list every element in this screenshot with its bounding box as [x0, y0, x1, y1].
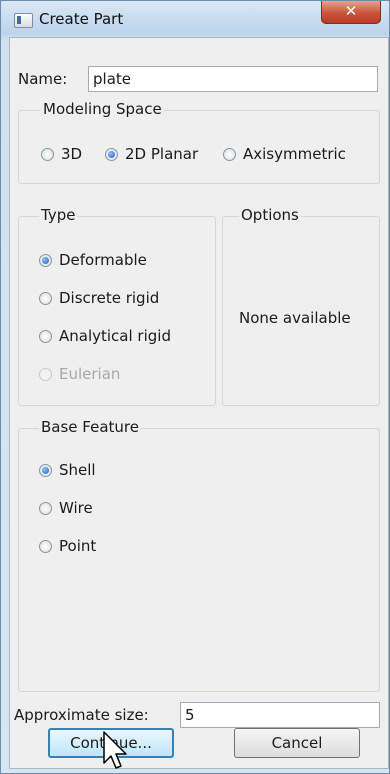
- radio-deformable-label: Deformable: [59, 251, 147, 269]
- radio-3d-button[interactable]: [41, 147, 54, 161]
- window-title: Create Part: [39, 10, 124, 28]
- radio-3d-label: 3D: [61, 145, 83, 163]
- radio-axisymmetric-label: Axisymmetric: [243, 145, 346, 163]
- radio-wire[interactable]: Wire: [39, 499, 93, 517]
- close-button[interactable]: ✕: [321, 1, 381, 24]
- radio-eulerian-label: Eulerian: [59, 365, 121, 383]
- radio-discrete-rigid-button[interactable]: [39, 291, 52, 305]
- mouse-pointer-icon: [103, 731, 127, 769]
- window-icon: [14, 13, 33, 28]
- options-title: Options: [239, 206, 301, 224]
- radio-analytical-rigid-label: Analytical rigid: [59, 327, 171, 345]
- radio-3d[interactable]: 3D: [41, 145, 82, 163]
- options-group: Options None available: [222, 206, 380, 406]
- radio-discrete-rigid-label: Discrete rigid: [59, 289, 160, 307]
- radio-eulerian: Eulerian: [39, 365, 120, 383]
- radio-axisymmetric[interactable]: Axisymmetric: [223, 145, 346, 163]
- modeling-space-title: Modeling Space: [41, 100, 164, 118]
- base-feature-title: Base Feature: [39, 418, 141, 436]
- approximate-size-label: Approximate size:: [14, 706, 149, 724]
- name-input[interactable]: plate: [88, 66, 378, 92]
- radio-eulerian-button: [39, 367, 52, 381]
- radio-point-button[interactable]: [39, 539, 52, 553]
- radio-2d-planar[interactable]: 2D Planar: [105, 145, 198, 163]
- radio-point[interactable]: Point: [39, 537, 96, 555]
- modeling-space-group: Modeling Space 3D 2D Planar Axisymmetric: [18, 100, 380, 184]
- cancel-button[interactable]: Cancel: [234, 728, 360, 758]
- type-title: Type: [39, 206, 78, 224]
- radio-discrete-rigid[interactable]: Discrete rigid: [39, 289, 159, 307]
- approximate-size-input[interactable]: 5: [180, 702, 380, 728]
- radio-axisymmetric-button[interactable]: [223, 147, 236, 161]
- create-part-dialog: Create Part ✕ Name: plate Modeling Space…: [0, 0, 390, 774]
- radio-deformable[interactable]: Deformable: [39, 251, 147, 269]
- radio-shell[interactable]: Shell: [39, 461, 96, 479]
- radio-wire-button[interactable]: [39, 501, 52, 515]
- radio-analytical-rigid-button[interactable]: [39, 329, 52, 343]
- name-label: Name:: [18, 70, 68, 88]
- radio-2d-planar-button[interactable]: [105, 147, 118, 161]
- radio-shell-button[interactable]: [39, 463, 52, 477]
- options-message: None available: [239, 309, 351, 327]
- radio-2d-planar-label: 2D Planar: [125, 145, 199, 163]
- radio-wire-label: Wire: [59, 499, 93, 517]
- radio-shell-label: Shell: [59, 461, 96, 479]
- radio-analytical-rigid[interactable]: Analytical rigid: [39, 327, 171, 345]
- dialog-body: Name: plate Modeling Space 3D 2D Planar …: [9, 37, 389, 769]
- title-bar[interactable]: Create Part ✕: [1, 1, 389, 35]
- type-group: Type Deformable Discrete rigid Analytica…: [18, 206, 216, 406]
- base-feature-group: Base Feature Shell Wire Point: [18, 418, 380, 692]
- radio-point-label: Point: [59, 537, 97, 555]
- radio-deformable-button[interactable]: [39, 253, 52, 267]
